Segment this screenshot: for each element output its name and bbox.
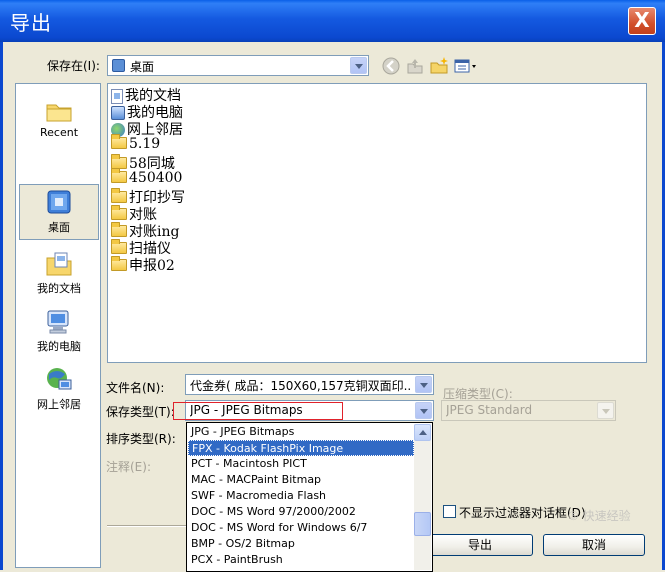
- folder-icon: [111, 222, 127, 237]
- no-filter-checkbox[interactable]: [443, 505, 456, 518]
- place-recent[interactable]: Recent: [19, 92, 99, 148]
- new-folder-icon: [430, 57, 448, 74]
- place-desktop[interactable]: 桌面: [19, 184, 99, 240]
- filetype-option[interactable]: SWF - Macromedia Flash: [188, 488, 414, 504]
- chevron-down-icon[interactable]: [415, 402, 432, 419]
- export-button[interactable]: 导出: [427, 534, 533, 556]
- watermark: ⑤ 快速经验: [568, 509, 631, 523]
- place-label: 网上邻居: [37, 398, 81, 411]
- list-item[interactable]: 450400: [111, 168, 182, 187]
- chevron-down-icon[interactable]: [350, 57, 367, 74]
- place-my-computer[interactable]: 我的电脑: [19, 304, 99, 360]
- up-folder-button[interactable]: [405, 56, 425, 76]
- window-title: 导出: [10, 11, 52, 35]
- file-list: 我的文档 我的电脑 网上邻居 5.19 58同城 450400 打印抄写 对账 …: [107, 83, 647, 363]
- filetype-dropdown-list: JPG - JPEG Bitmaps FPX - Kodak FlashPix …: [186, 422, 433, 572]
- compression-combo: JPEG Standard: [441, 400, 616, 421]
- place-label: 我的电脑: [37, 340, 81, 353]
- new-folder-button[interactable]: [429, 56, 449, 76]
- close-icon: X: [634, 8, 650, 32]
- separator: [107, 525, 187, 527]
- list-item[interactable]: 打印抄写: [111, 187, 185, 206]
- list-item[interactable]: 对账ing: [111, 221, 179, 240]
- list-item[interactable]: 对账: [111, 204, 157, 223]
- places-bar: Recent 桌面 我的文档 我的电脑 网上邻居: [15, 83, 101, 568]
- place-my-documents[interactable]: 我的文档: [19, 246, 99, 302]
- back-icon: [382, 57, 400, 75]
- notes-label: 注释(E):: [106, 460, 151, 474]
- filename-combo[interactable]: 代金券( 成品：150X60,157克铜双面印...: [185, 374, 434, 395]
- network-places-icon: [44, 366, 74, 394]
- folder-icon: [111, 134, 127, 149]
- computer-icon: [111, 106, 125, 120]
- place-label: 桌面: [48, 221, 70, 234]
- chevron-down-icon: [597, 402, 614, 419]
- filetype-option[interactable]: BMP - OS/2 Bitmap: [188, 536, 414, 552]
- list-item[interactable]: 网上邻居: [111, 119, 183, 138]
- export-dialog: 保存在(I): 桌面 Recent 桌面 我的文档 我的电脑 网上邻居 我的文档…: [0, 42, 665, 572]
- filetype-option[interactable]: MAC - MACPaint Bitmap: [188, 472, 414, 488]
- chevron-down-icon[interactable]: [415, 376, 432, 393]
- folder-icon: [111, 256, 127, 271]
- back-button[interactable]: [381, 56, 401, 76]
- folder-icon: [111, 239, 127, 254]
- list-item[interactable]: 申报02: [111, 255, 175, 274]
- filetype-label: 保存类型(T):: [106, 405, 175, 419]
- close-button[interactable]: X: [628, 7, 656, 35]
- recent-folder-icon: [44, 96, 74, 124]
- desktop-icon: [44, 189, 74, 217]
- filetype-option[interactable]: DOC - MS Word for Windows 6/7: [188, 520, 414, 536]
- up-folder-icon: [407, 59, 423, 74]
- scroll-up-button[interactable]: [414, 424, 431, 441]
- save-in-combo[interactable]: 桌面: [107, 55, 369, 76]
- cancel-button[interactable]: 取消: [543, 534, 645, 556]
- place-network[interactable]: 网上邻居: [19, 362, 99, 418]
- list-item[interactable]: 5.19: [111, 134, 160, 153]
- desktop-small-icon: [112, 59, 125, 72]
- filetype-option[interactable]: PCX - PaintBrush: [188, 552, 414, 568]
- folder-icon: [111, 188, 127, 203]
- save-in-label: 保存在(I):: [47, 59, 100, 73]
- compression-value: JPEG Standard: [446, 403, 533, 417]
- list-item[interactable]: 58同城: [111, 153, 175, 172]
- filetype-option[interactable]: DOC - MS Word 97/2000/2002: [188, 504, 414, 520]
- no-filter-label: 不显示过滤器对话框(D): [459, 506, 586, 520]
- save-in-value: 桌面: [130, 60, 155, 74]
- title-bar: 导出 X: [0, 0, 665, 42]
- scroll-thumb[interactable]: [414, 512, 431, 536]
- filename-value: 代金券( 成品：150X60,157克铜双面印...: [190, 379, 412, 393]
- list-item[interactable]: 扫描仪: [111, 238, 171, 257]
- list-item[interactable]: 我的电脑: [111, 102, 183, 121]
- my-computer-icon: [44, 308, 74, 336]
- list-item[interactable]: 我的文档: [111, 85, 181, 104]
- place-label: Recent: [39, 126, 79, 139]
- filetype-option[interactable]: PCT - Macintosh PICT: [188, 456, 414, 472]
- highlight-box: [173, 402, 343, 420]
- sort-type-label: 排序类型(R):: [106, 432, 176, 446]
- filetype-option[interactable]: JPG - JPEG Bitmaps: [188, 424, 414, 440]
- my-documents-icon: [44, 250, 74, 278]
- place-label: 我的文档: [37, 282, 81, 295]
- folder-icon: [111, 205, 127, 220]
- view-menu-button[interactable]: [453, 56, 481, 76]
- view-menu-icon: [454, 59, 476, 73]
- folder-icon: [111, 168, 127, 183]
- filename-label: 文件名(N):: [106, 381, 165, 395]
- filetype-option[interactable]: FPX - Kodak FlashPix Image: [188, 440, 414, 456]
- dropdown-scrollbar[interactable]: [414, 424, 431, 570]
